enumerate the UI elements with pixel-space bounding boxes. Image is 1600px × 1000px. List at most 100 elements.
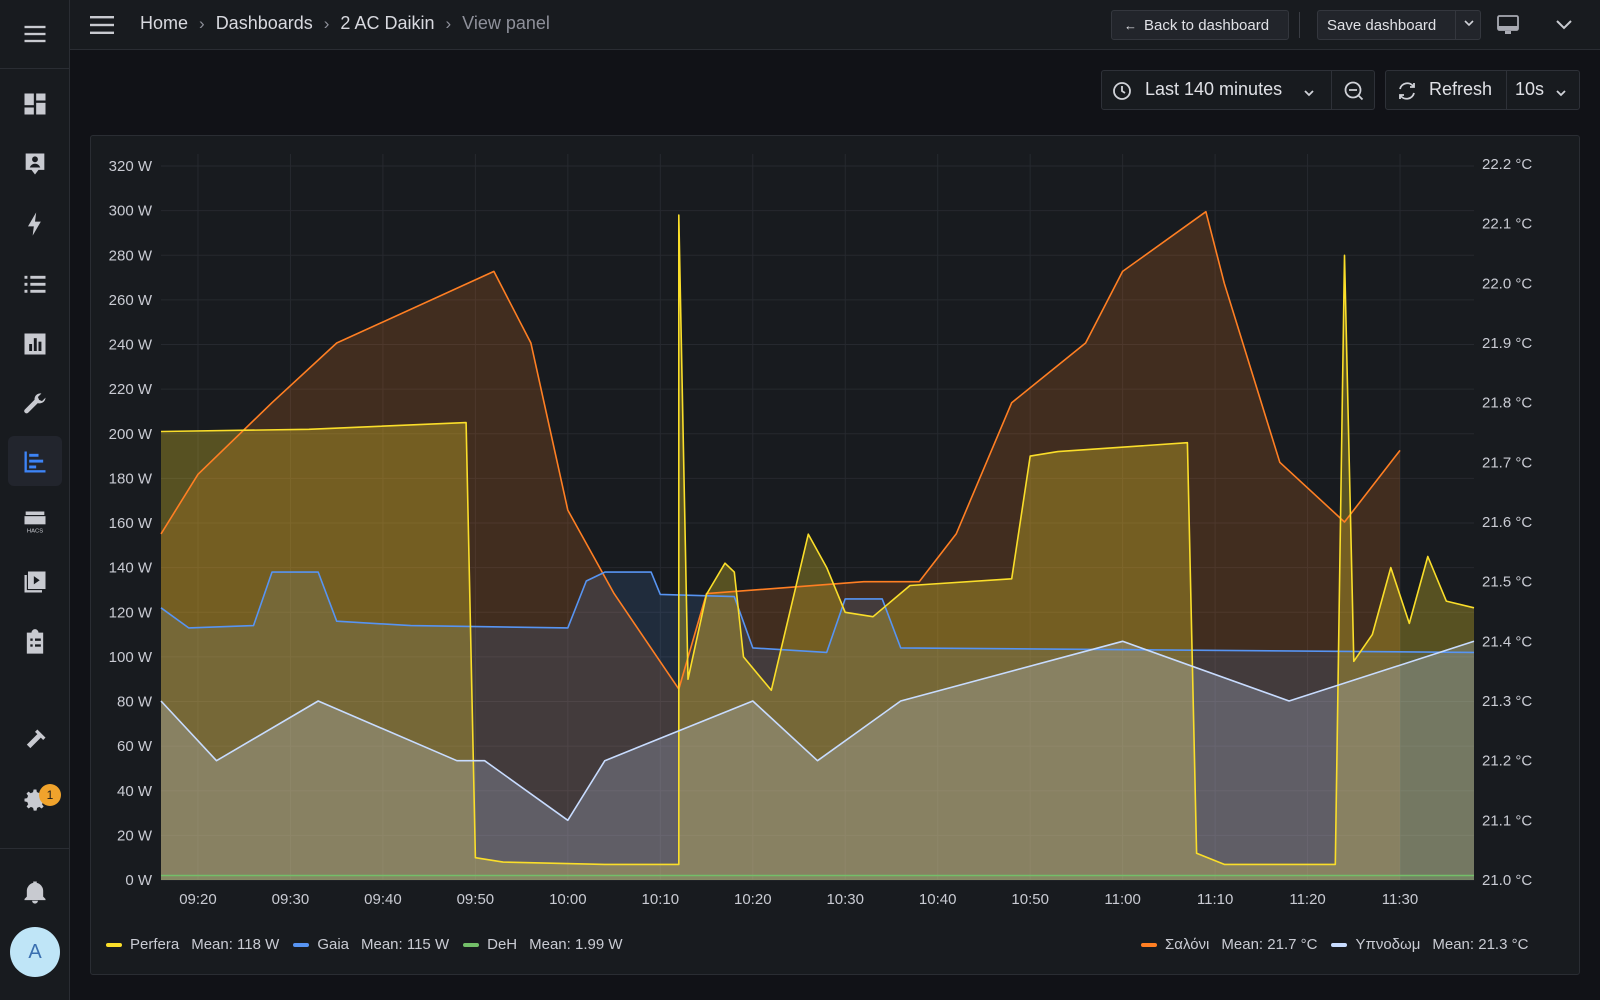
- chevron-down-icon[interactable]: [1554, 16, 1574, 34]
- y-left-tick-label: 220 W: [109, 381, 153, 398]
- settings-badge: 1: [39, 784, 61, 806]
- back-to-dashboard-label: Back to dashboard: [1144, 16, 1270, 34]
- wrench-icon[interactable]: [0, 376, 70, 432]
- y-right-tick-label: 21.7 °C: [1482, 454, 1532, 471]
- hacs-icon[interactable]: HACS: [0, 494, 70, 550]
- legend-item-saloni[interactable]: Σαλόνι Mean: 21.7 °C: [1141, 936, 1317, 953]
- breadcrumb-dashboard[interactable]: 2 AC Daikin: [340, 13, 434, 34]
- refresh-picker: Refresh 10s: [1385, 70, 1580, 110]
- menu-icon[interactable]: [88, 12, 116, 38]
- legend-item-gaia[interactable]: Gaia Mean: 115 W: [293, 936, 449, 953]
- energy-icon[interactable]: [0, 196, 70, 252]
- media-icon[interactable]: [0, 554, 70, 610]
- legend-swatch: [106, 942, 122, 947]
- y-right-tick-label: 22.2 °C: [1482, 156, 1532, 173]
- legend-item-perfera[interactable]: Perfera Mean: 118 W: [106, 936, 279, 953]
- y-left-tick-label: 280 W: [109, 247, 153, 264]
- legend-series-name: Σαλόνι: [1165, 936, 1210, 953]
- breadcrumb: Home › Dashboards › 2 AC Daikin › View p…: [140, 13, 550, 34]
- x-tick-label: 10:00: [549, 891, 587, 908]
- legend-series-mean: Mean: 118 W: [191, 936, 280, 953]
- legend-swatch: [1141, 942, 1157, 947]
- y-left-tick-label: 320 W: [109, 158, 153, 175]
- settings-icon[interactable]: 1: [0, 772, 70, 828]
- chart-panel: 09:20 09:30 09:40 09:50 10:00 10:10 10:20 10:30…: [90, 135, 1580, 975]
- x-tick-label: 10:50: [1011, 891, 1049, 908]
- refresh-interval-select[interactable]: 10s: [1507, 71, 1579, 109]
- overview-icon[interactable]: [0, 76, 70, 132]
- legend-series-name: DeH: [487, 936, 518, 953]
- chevron-down-icon: [1303, 83, 1315, 104]
- y-left-tick-label: 0 W: [125, 872, 153, 889]
- refresh-label: Refresh: [1429, 79, 1493, 99]
- y-left-tick-label: 180 W: [109, 470, 153, 487]
- notifications-icon[interactable]: [0, 864, 70, 920]
- y-left-tick-label: 40 W: [117, 783, 153, 800]
- x-tick-label: 10:40: [919, 891, 957, 908]
- developer-tools-icon[interactable]: [0, 712, 70, 768]
- x-tick-label: 09:40: [364, 891, 402, 908]
- legend-item-deh[interactable]: DeH Mean: 1.99 W: [463, 936, 623, 953]
- time-range-label: Last 140 minutes: [1145, 79, 1283, 99]
- x-tick-label: 09:20: [179, 891, 217, 908]
- logbook-icon[interactable]: [0, 256, 70, 312]
- chevron-down-icon: [1555, 83, 1567, 104]
- chevron-right-icon: ›: [199, 13, 205, 33]
- breadcrumb-dashboards[interactable]: Dashboards: [216, 13, 313, 34]
- legend-series-mean: Mean: 115 W: [361, 936, 450, 953]
- y-left-tick-label: 240 W: [109, 337, 153, 354]
- avatar[interactable]: A: [10, 927, 60, 977]
- refresh-icon: [1396, 80, 1418, 107]
- x-tick-label: 10:30: [826, 891, 864, 908]
- sidebar: HACS 1 A: [0, 0, 70, 1000]
- y-right-tick-label: 21.5 °C: [1482, 574, 1532, 591]
- chevron-right-icon: ›: [323, 13, 330, 33]
- y-right-tick-label: 21.1 °C: [1482, 812, 1532, 829]
- x-tick-label: 11:00: [1104, 891, 1140, 908]
- legend-item-ypnodom[interactable]: Υπνοδωμ Mean: 21.3 °C: [1331, 936, 1528, 953]
- y-right-tick-label: 21.3 °C: [1482, 693, 1532, 710]
- y-left-tick-label: 20 W: [117, 827, 153, 844]
- y-left-tick-label: 80 W: [117, 694, 153, 711]
- back-to-dashboard-button[interactable]: ← Back to dashboard: [1111, 10, 1289, 40]
- svg-text:HACS: HACS: [27, 529, 43, 535]
- refresh-interval-label: 10s: [1515, 79, 1545, 99]
- y-left-tick-label: 300 W: [109, 203, 153, 220]
- zoom-out-icon[interactable]: [1343, 80, 1365, 107]
- history-icon[interactable]: [0, 316, 70, 372]
- hamburger-icon[interactable]: [0, 6, 70, 62]
- y-right-tick-label: 21.8 °C: [1482, 395, 1532, 412]
- breadcrumb-current: View panel: [462, 13, 550, 33]
- top-bar: Home › Dashboards › 2 AC Daikin › View p…: [70, 0, 1600, 50]
- map-icon[interactable]: [0, 136, 70, 192]
- y-right-tick-label: 22.0 °C: [1482, 275, 1532, 292]
- y-left-tick-label: 60 W: [117, 738, 153, 755]
- x-tick-label: 11:10: [1197, 891, 1233, 908]
- tv-mode-icon[interactable]: [1496, 14, 1520, 36]
- legend-series-mean: Mean: 1.99 W: [529, 936, 623, 953]
- y-left-tick-label: 160 W: [109, 515, 153, 532]
- time-range-picker[interactable]: Last 140 minutes: [1101, 70, 1375, 110]
- legend-swatch: [463, 942, 480, 947]
- timeseries-chart[interactable]: 09:20 09:30 09:40 09:50 10:00 10:10 10:20 10:30…: [91, 136, 1581, 976]
- y-left-tick-label: 100 W: [109, 649, 153, 666]
- x-tick-label: 10:10: [642, 891, 680, 908]
- x-tick-label: 10:20: [734, 891, 772, 908]
- legend-series-name: Gaia: [317, 936, 349, 953]
- y-left-tick-label: 260 W: [109, 292, 153, 309]
- legend-series-name: Υπνοδωμ: [1355, 936, 1421, 953]
- clock-icon: [1112, 81, 1132, 106]
- todo-icon[interactable]: [0, 614, 70, 670]
- grafana-icon[interactable]: [0, 434, 70, 490]
- arrow-left-icon: ←: [1124, 17, 1137, 33]
- refresh-button[interactable]: Refresh: [1386, 71, 1506, 109]
- breadcrumb-home[interactable]: Home: [140, 13, 188, 34]
- x-tick-label: 11:20: [1289, 891, 1325, 908]
- chevron-down-icon[interactable]: [1460, 15, 1478, 32]
- legend-series-mean: Mean: 21.3 °C: [1432, 936, 1529, 953]
- save-dashboard-button[interactable]: Save dashboard: [1317, 10, 1481, 40]
- y-right-tick-label: 21.2 °C: [1482, 753, 1532, 770]
- y-left-tick-label: 140 W: [109, 560, 153, 577]
- x-tick-label: 11:30: [1382, 891, 1418, 908]
- legend-swatch: [1331, 942, 1348, 947]
